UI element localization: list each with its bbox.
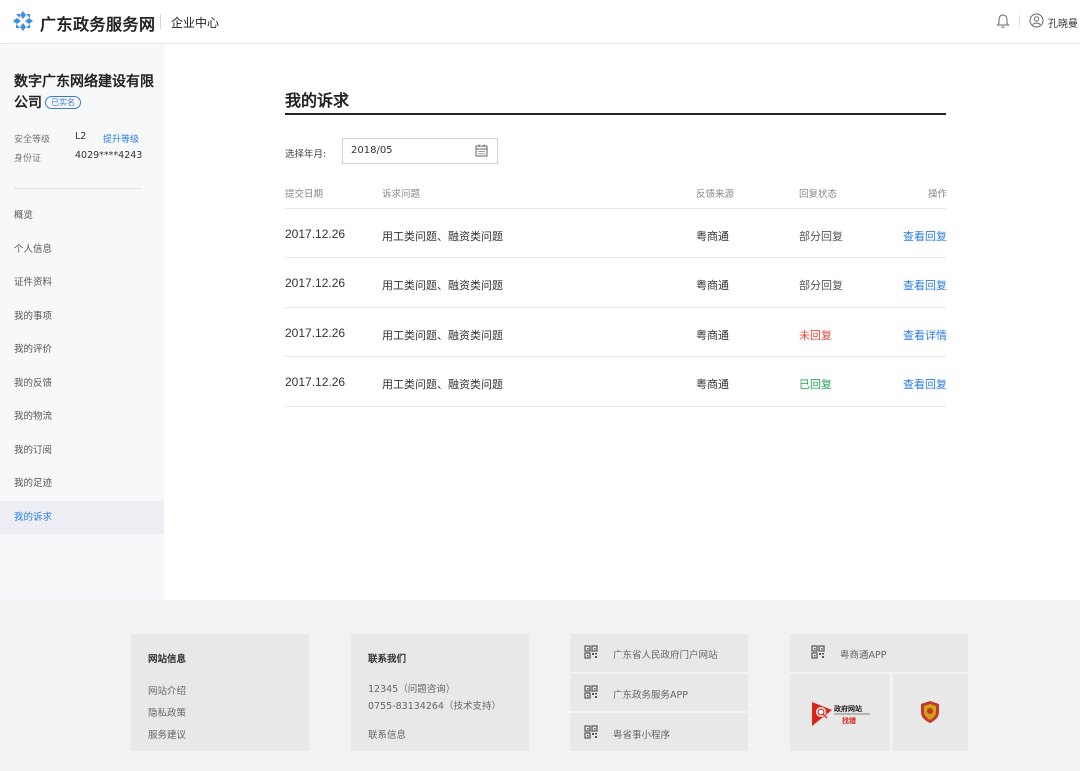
sidebar-item-documents[interactable]: 证件资料 [0, 266, 164, 299]
row-divider [285, 356, 946, 357]
title-underline [285, 113, 946, 115]
row-status: 部分回复 [799, 279, 843, 292]
row-date: 2017.12.26 [285, 375, 346, 389]
police-emblem-icon[interactable] [919, 700, 941, 724]
footer-link-suggestions[interactable]: 服务建议 [148, 727, 186, 741]
company-block: 数字广东网络建设有限公司 已实名 [14, 72, 154, 114]
row-source: 粤商通 [696, 279, 729, 292]
enterprise-center-title: 企业中心 [171, 16, 220, 30]
row-divider [285, 257, 946, 258]
footer-qr-gov-app-label[interactable]: 广东政务服务APP [613, 687, 688, 701]
row-divider [285, 307, 946, 308]
sidebar-item-my-feedback[interactable]: 我的反馈 [0, 367, 164, 400]
gov-badge-text-1: 政府网站 [834, 704, 862, 713]
column-header-date: 提交日期 [285, 189, 324, 200]
sidebar-item-my-reviews[interactable]: 我的评价 [0, 333, 164, 366]
row-status: 未回复 [799, 329, 832, 342]
footer-link-about[interactable]: 网站介绍 [148, 683, 186, 697]
row-date: 2017.12.26 [285, 326, 346, 340]
row-issue: 用工类问题、融资类问题 [382, 329, 503, 342]
sidebar-divider [14, 188, 142, 189]
footer-contact-hotline: 12345（问题咨询） [368, 684, 456, 695]
bell-icon[interactable] [996, 13, 1010, 29]
row-issue: 用工类问题、融资类问题 [382, 279, 503, 292]
row-issue: 用工类问题、融资类问题 [382, 378, 503, 391]
column-header-status: 回复状态 [799, 189, 838, 200]
footer-link-privacy[interactable]: 隐私政策 [148, 705, 186, 719]
month-picker-value: 2018/05 [351, 145, 393, 156]
upgrade-level-link[interactable]: 提升等级 [103, 132, 139, 145]
row-source: 粤商通 [696, 329, 729, 342]
footer-link-contact-info[interactable]: 联系信息 [368, 727, 406, 741]
row-status: 部分回复 [799, 230, 843, 243]
id-value: 4029****4243 [75, 150, 143, 161]
footer-qr-yst-app-label[interactable]: 粤商通APP [840, 647, 886, 661]
top-header: 广东政务服务网 企业中心 孔晓曼 [0, 0, 1080, 44]
row-source: 粤商通 [696, 230, 729, 243]
select-month-label: 选择年月: [285, 149, 327, 160]
sidebar-item-my-appeals[interactable]: 我的诉求 [0, 501, 164, 534]
qr-code-icon [811, 645, 825, 659]
footer-contact-support: 0755-83134264（技术支持） [368, 701, 501, 712]
sidebar-item-my-logistics[interactable]: 我的物流 [0, 400, 164, 433]
page-title: 我的诉求 [285, 91, 350, 110]
gov-badge-text-2: 找错 [842, 716, 856, 725]
id-label: 身份证 [14, 154, 42, 164]
row-issue: 用工类问题、融资类问题 [382, 230, 503, 243]
view-details-link[interactable]: 查看详情 [903, 327, 947, 343]
month-picker[interactable]: 2018/05 [342, 138, 498, 164]
sidebar-item-my-matters[interactable]: 我的事项 [0, 300, 164, 333]
row-date: 2017.12.26 [285, 276, 346, 290]
footer-site-info-title: 网站信息 [148, 654, 187, 665]
sidebar: 数字广东网络建设有限公司 已实名 安全等级 L2 提升等级 身份证 4029***… [0, 45, 164, 600]
row-source: 粤商通 [696, 378, 729, 391]
sidebar-item-overview[interactable]: 概览 [0, 199, 164, 232]
sidebar-item-personal-info[interactable]: 个人信息 [0, 233, 164, 266]
header-divider-2 [1019, 15, 1020, 27]
qr-code-icon [584, 685, 598, 699]
user-avatar-icon[interactable] [1029, 13, 1044, 28]
site-logo-icon[interactable] [12, 10, 34, 32]
footer-contact-title: 联系我们 [368, 654, 407, 665]
view-reply-link[interactable]: 查看回复 [903, 277, 947, 293]
gov-site-error-report-icon[interactable]: 政府网站 找错 [810, 700, 872, 730]
header-divider [160, 14, 161, 29]
company-name: 数字广东网络建设有限公司 [14, 74, 154, 111]
sidebar-item-my-subscriptions[interactable]: 我的订阅 [0, 434, 164, 467]
column-header-source: 反馈来源 [696, 189, 735, 200]
footer-qr-miniprogram-label[interactable]: 粤省事小程序 [613, 727, 670, 741]
calendar-icon[interactable] [475, 144, 488, 157]
verified-badge: 已实名 [45, 96, 81, 109]
sidebar-item-my-footprints[interactable]: 我的足迹 [0, 467, 164, 500]
row-status: 已回复 [799, 378, 832, 391]
table-header-divider [285, 208, 946, 209]
column-header-action: 操作 [928, 189, 948, 200]
footer-qr-gov-portal-label[interactable]: 广东省人民政府门户网站 [613, 647, 718, 661]
site-name[interactable]: 广东政务服务网 [40, 11, 156, 35]
security-level-label: 安全等级 [14, 135, 51, 145]
qr-code-icon [584, 645, 598, 659]
view-reply-link[interactable]: 查看回复 [903, 228, 947, 244]
column-header-issue: 诉求问题 [382, 189, 421, 200]
row-date: 2017.12.26 [285, 227, 346, 241]
view-reply-link[interactable]: 查看回复 [903, 376, 947, 392]
user-name[interactable]: 孔晓曼 [1048, 15, 1078, 30]
qr-code-icon [584, 725, 598, 739]
security-level-value: L2 [75, 131, 87, 142]
row-divider [285, 406, 946, 407]
